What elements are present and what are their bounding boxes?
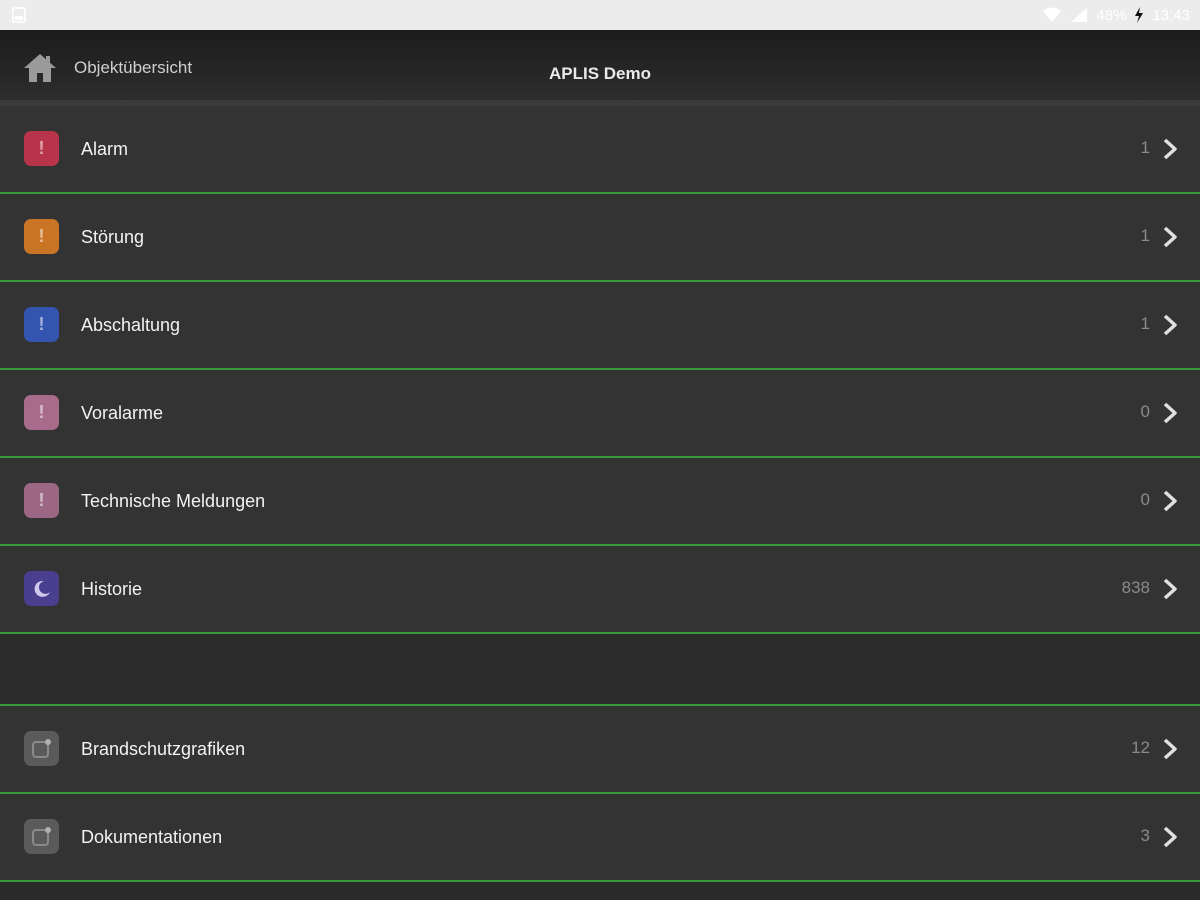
signal-icon (1071, 8, 1088, 22)
voralarm-exclamation-icon: ! (24, 395, 59, 430)
list-item-dokumentationen[interactable]: Dokumentationen 3 (0, 794, 1200, 882)
list-item-stoerung[interactable]: ! Störung 1 (0, 194, 1200, 282)
section-divider (0, 634, 1200, 706)
list-item-count: 1 (1140, 138, 1150, 157)
list-item-brandschutzgrafiken[interactable]: Brandschutzgrafiken 12 (0, 706, 1200, 794)
chevron-right-icon (1163, 226, 1177, 248)
list-item-label: Alarm (81, 139, 129, 159)
list-item-count: 0 (1140, 402, 1150, 421)
charging-icon (1135, 7, 1144, 23)
list-item-count: 3 (1140, 826, 1150, 845)
list-item-historie[interactable]: Historie 838 (0, 546, 1200, 634)
list-item-count: 1 (1140, 226, 1150, 245)
chevron-right-icon (1163, 402, 1177, 424)
page-title: APLIS Demo (548, 64, 652, 83)
image-icon (12, 7, 26, 23)
list-item-alarm[interactable]: ! Alarm 1 (0, 106, 1200, 194)
category-list: ! Alarm 1 ! Störung 1 ! Abschaltung 1 ! … (0, 106, 1200, 882)
list-item-count: 12 (1131, 738, 1150, 757)
battery-percent: 48% (1096, 6, 1127, 24)
list-item-technische-meldungen[interactable]: ! Technische Meldungen 0 (0, 458, 1200, 546)
alarm-exclamation-icon: ! (24, 131, 59, 166)
chevron-right-icon (1163, 314, 1177, 336)
list-item-voralarme[interactable]: ! Voralarme 0 (0, 370, 1200, 458)
list-item-count: 1 (1140, 314, 1150, 333)
list-item-label: Brandschutzgrafiken (81, 739, 246, 759)
status-bar: 48% 13:43 (0, 0, 1200, 30)
chevron-right-icon (1163, 490, 1177, 512)
chevron-right-icon (1163, 826, 1177, 848)
chevron-right-icon (1163, 138, 1177, 160)
app-header: Objektübersicht APLIS Demo (0, 30, 1200, 108)
list-item-label: Voralarme (81, 403, 164, 423)
list-item-label: Historie (81, 579, 143, 599)
chevron-right-icon (1163, 578, 1177, 600)
list-item-count: 838 (1121, 578, 1150, 597)
list-item-label: Abschaltung (81, 315, 181, 335)
graphic-icon (24, 731, 59, 766)
list-item-label: Technische Meldungen (81, 491, 266, 511)
document-icon (24, 819, 59, 854)
moon-icon (24, 571, 59, 606)
list-item-count: 0 (1140, 490, 1150, 509)
status-right: 48% 13:43 (1042, 5, 1190, 25)
chevron-right-icon (1163, 738, 1177, 760)
clock-time: 13:43 (1152, 6, 1190, 24)
list-item-label: Dokumentationen (81, 827, 223, 847)
stoerung-exclamation-icon: ! (24, 219, 59, 254)
abschaltung-exclamation-icon: ! (24, 307, 59, 342)
wifi-icon (1043, 7, 1062, 22)
technisch-exclamation-icon: ! (24, 483, 59, 518)
list-item-abschaltung[interactable]: ! Abschaltung 1 (0, 282, 1200, 370)
list-item-label: Störung (81, 227, 145, 247)
